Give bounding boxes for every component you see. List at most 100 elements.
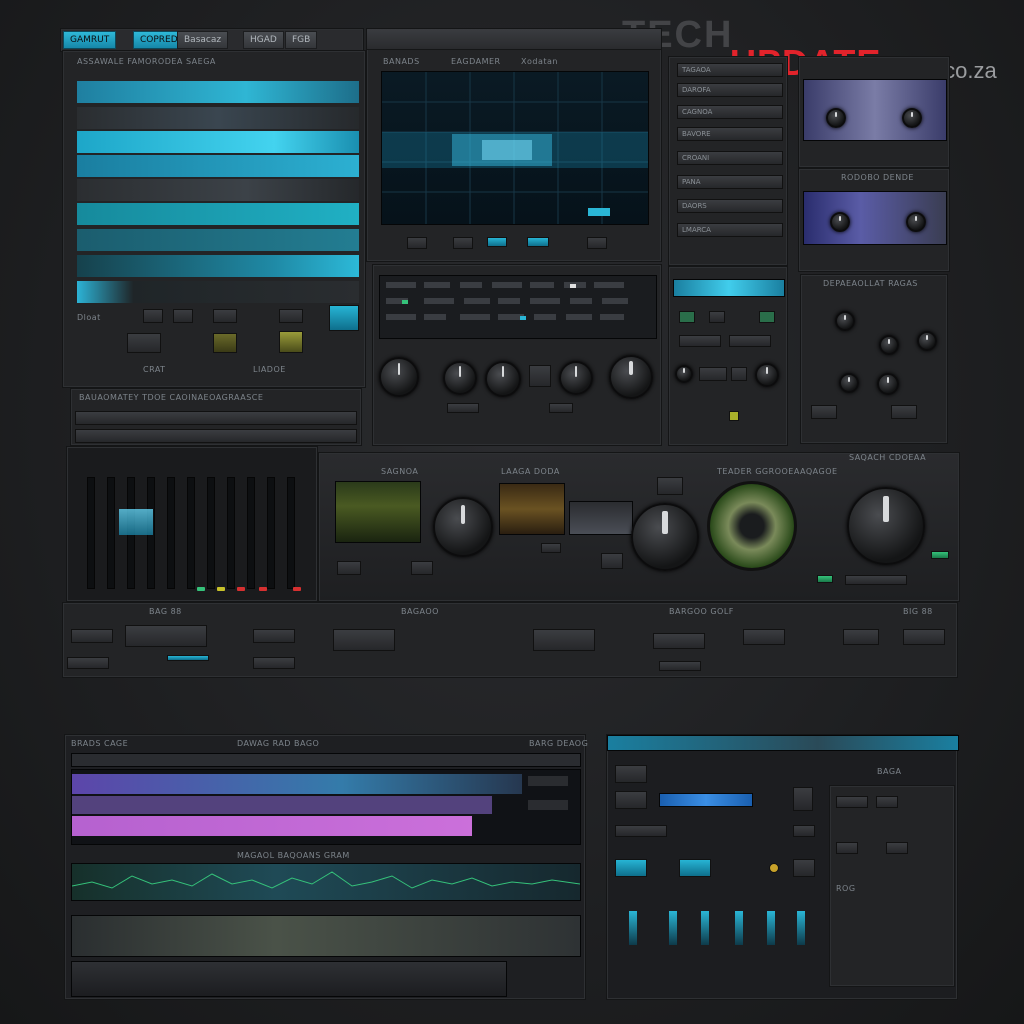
mixer-knob-1[interactable] (433, 497, 493, 557)
track-bar-1[interactable] (77, 81, 359, 103)
channel-fader-1[interactable] (87, 477, 95, 589)
track-bar-6[interactable] (77, 203, 359, 225)
level-button-1[interactable] (679, 311, 695, 323)
mixer-button-6[interactable] (817, 575, 833, 583)
tab-basacaz[interactable]: Basacaz (177, 31, 229, 49)
group-knob-1[interactable] (835, 311, 855, 331)
utility-button-4[interactable] (615, 825, 667, 837)
spectrum-button-1[interactable] (407, 237, 427, 249)
strip-button-3[interactable] (253, 629, 295, 643)
utility-side-button-3[interactable] (836, 842, 858, 854)
mixer-jog-wheel[interactable] (707, 481, 797, 571)
level-knob-2[interactable] (755, 363, 779, 387)
channel-fader-5[interactable] (167, 477, 175, 589)
group-button-1[interactable] (811, 405, 837, 419)
level-knob-1[interactable] (675, 365, 693, 383)
eq-display-button[interactable] (529, 365, 551, 387)
channel-fader-2[interactable] (107, 477, 115, 589)
side-list-item-1[interactable]: TAGAOA (677, 63, 783, 77)
utility-button-3[interactable] (793, 787, 813, 811)
channel-fader-8[interactable] (227, 477, 235, 589)
playlist-action-button[interactable] (329, 305, 359, 331)
channel-fader-10[interactable] (267, 477, 275, 589)
strip-button-5[interactable] (533, 629, 595, 651)
strip-field-3[interactable] (659, 661, 701, 671)
mixer-button-5[interactable] (657, 477, 683, 495)
utility-button-6[interactable] (615, 859, 647, 877)
group-knob-5[interactable] (877, 373, 899, 395)
mixer-button-2[interactable] (411, 561, 433, 575)
track-bar-4[interactable] (77, 155, 359, 177)
strip-button-6[interactable] (653, 633, 705, 649)
mixer-knob-3[interactable] (847, 487, 925, 565)
strip-button-7[interactable] (743, 629, 785, 645)
utility-button-5[interactable] (793, 825, 815, 837)
group-knob-4[interactable] (839, 373, 859, 393)
playlist-small-button-1[interactable] (143, 309, 163, 323)
group-knob-2[interactable] (879, 335, 899, 355)
side-list-item-3[interactable]: CAGNOA (677, 105, 783, 119)
eq-knob-4[interactable] (559, 361, 593, 395)
mixer-knob-2[interactable] (631, 503, 699, 571)
utility-side-button-4[interactable] (886, 842, 908, 854)
track-bar-2[interactable] (77, 107, 359, 129)
strip-field-1[interactable] (67, 657, 109, 669)
eq-knob-2[interactable] (443, 361, 477, 395)
spectrum-button-5[interactable] (587, 237, 607, 249)
playlist-small-button-2[interactable] (173, 309, 193, 323)
level-button-7[interactable] (731, 367, 747, 381)
track-bar-5[interactable] (77, 179, 359, 201)
tab-fgb[interactable]: FGB (285, 31, 318, 49)
playlist-control-3[interactable] (279, 331, 303, 353)
playlist-control-1[interactable] (127, 333, 161, 353)
level-button-4[interactable] (679, 335, 721, 347)
mixer-button-8[interactable] (931, 551, 949, 559)
utility-button-2[interactable] (615, 791, 647, 809)
mixer-button-3[interactable] (541, 543, 561, 553)
utility-side-button-2[interactable] (876, 796, 898, 808)
tab-hgad[interactable]: HGAD (243, 31, 284, 49)
playlist-small-button-3[interactable] (213, 309, 237, 323)
tab-gamrut[interactable]: GAMRUT (63, 31, 117, 49)
spectrum-button-4[interactable] (527, 237, 549, 247)
side-list-item-2[interactable]: DAROFA (677, 83, 783, 97)
utility-button-8[interactable] (793, 859, 815, 877)
strip-button-9[interactable] (903, 629, 945, 645)
eq-knob-5[interactable] (609, 355, 653, 399)
mixer-button-1[interactable] (337, 561, 361, 575)
channel-fader-7[interactable] (207, 477, 215, 589)
channel-fader-9[interactable] (247, 477, 255, 589)
playlist-control-2[interactable] (213, 333, 237, 353)
track-bar-7[interactable] (77, 229, 359, 251)
side-list-item-8[interactable]: LMARCA (677, 223, 783, 237)
level-button-5[interactable] (729, 335, 771, 347)
mixer-button-7[interactable] (845, 575, 907, 585)
playlist-small-button-4[interactable] (279, 309, 303, 323)
spectrum-button-3[interactable] (487, 237, 507, 247)
eq-footer-button-1[interactable] (447, 403, 479, 413)
track-bar-3[interactable] (77, 131, 359, 153)
utility-button-1[interactable] (615, 765, 647, 783)
utility-button-7[interactable] (679, 859, 711, 877)
group-button-2[interactable] (891, 405, 917, 419)
group-knob-3[interactable] (917, 331, 937, 351)
track-bar-9[interactable] (77, 281, 359, 303)
mixer-button-4[interactable] (601, 553, 623, 569)
eq-footer-button-2[interactable] (549, 403, 573, 413)
footer-field-2[interactable] (75, 429, 357, 443)
track-bar-8[interactable] (77, 255, 359, 277)
strip-button-8[interactable] (843, 629, 879, 645)
channel-fader-11[interactable] (287, 477, 295, 589)
channel-fader-6[interactable] (187, 477, 195, 589)
side-list-item-4[interactable]: BAVORE (677, 127, 783, 141)
level-button-6[interactable] (699, 367, 727, 381)
strip-button-2[interactable] (125, 625, 207, 647)
utility-side-button-1[interactable] (836, 796, 868, 808)
eq-knob-3[interactable] (485, 361, 521, 397)
side-list-item-6[interactable]: PANA (677, 175, 783, 189)
side-list-item-5[interactable]: CROANI (677, 151, 783, 165)
side-list-item-7[interactable]: DAORS (677, 199, 783, 213)
footer-field[interactable] (75, 411, 357, 425)
eq-knob-1[interactable] (379, 357, 419, 397)
strip-field-2[interactable] (253, 657, 295, 669)
